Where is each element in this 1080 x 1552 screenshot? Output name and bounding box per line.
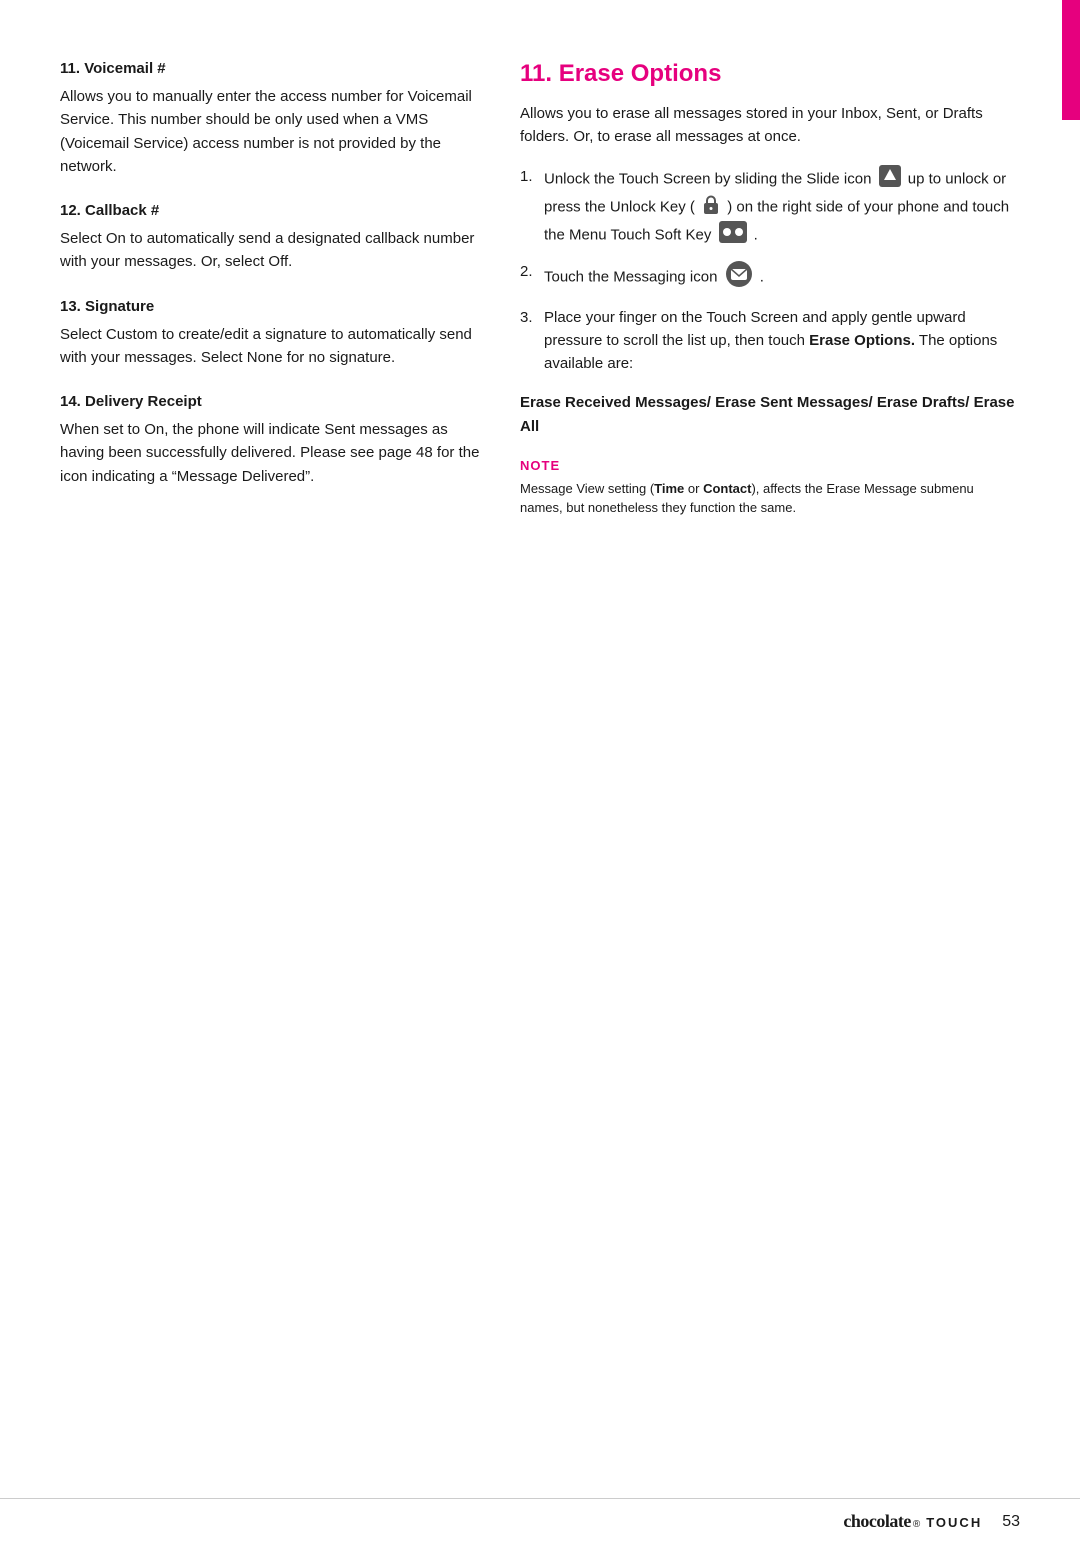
- step-2-number: 2.: [520, 260, 544, 283]
- note-section: NOTE Message View setting (Time or Conta…: [520, 458, 1020, 518]
- lock-icon: [702, 194, 720, 221]
- section-14-body: When set to On, the phone will indicate …: [60, 418, 480, 488]
- section-14-heading: 14. Delivery Receipt: [60, 393, 480, 410]
- note-contact-bold: Contact: [703, 481, 751, 496]
- erase-options-bold-inline: Erase Options.: [809, 332, 915, 349]
- step-3-content: Place your finger on the Touch Screen an…: [544, 306, 1020, 376]
- section-14-delivery: 14. Delivery Receipt When set to On, the…: [60, 393, 480, 488]
- steps-list: 1. Unlock the Touch Screen by sliding th…: [520, 165, 1020, 376]
- step-2-content: Touch the Messaging icon .: [544, 260, 1020, 295]
- note-text: Message View setting (Time or Contact), …: [520, 479, 1020, 518]
- section-11-body: Allows you to manually enter the access …: [60, 85, 480, 178]
- right-column: 11. Erase Options Allows you to erase al…: [520, 60, 1020, 1458]
- footer-brand: chocolate® TOUCH: [843, 1511, 982, 1532]
- step-3-number: 3.: [520, 306, 544, 329]
- section-13-heading: 13. Signature: [60, 298, 480, 315]
- section-11-heading: 11. Voicemail #: [60, 60, 480, 77]
- section-12-callback: 12. Callback # Select On to automaticall…: [60, 202, 480, 274]
- section-12-body: Select On to automatically send a design…: [60, 227, 480, 274]
- footer-page-number: 53: [1002, 1513, 1020, 1531]
- note-time-bold: Time: [654, 481, 684, 496]
- step-1-number: 1.: [520, 165, 544, 188]
- step-2: 2. Touch the Messaging icon .: [520, 260, 1020, 295]
- left-column: 11. Voicemail # Allows you to manually e…: [60, 60, 480, 1458]
- section-13-signature: 13. Signature Select Custom to create/ed…: [60, 298, 480, 370]
- footer-brand-sub: TOUCH: [926, 1515, 982, 1530]
- page-container: 11. Voicemail # Allows you to manually e…: [0, 0, 1080, 1552]
- section-12-heading: 12. Callback #: [60, 202, 480, 219]
- right-section-title: 11. Erase Options: [520, 60, 1020, 88]
- step-3: 3. Place your finger on the Touch Screen…: [520, 306, 1020, 376]
- right-intro: Allows you to erase all messages stored …: [520, 102, 1020, 149]
- slide-icon: [879, 165, 901, 194]
- menu-softkey-icon: [719, 221, 747, 250]
- page-footer: chocolate® TOUCH 53: [0, 1498, 1080, 1552]
- footer-brand-name: chocolate: [843, 1511, 910, 1532]
- step-1: 1. Unlock the Touch Screen by sliding th…: [520, 165, 1020, 251]
- content-area: 11. Voicemail # Allows you to manually e…: [0, 0, 1080, 1498]
- erase-options-list: Erase Received Messages/ Erase Sent Mess…: [520, 391, 1020, 438]
- accent-bar: [1062, 0, 1080, 120]
- note-label: NOTE: [520, 458, 1020, 473]
- step-1-content: Unlock the Touch Screen by sliding the S…: [544, 165, 1020, 251]
- section-11-voicemail: 11. Voicemail # Allows you to manually e…: [60, 60, 480, 178]
- footer-brand-reg: ®: [913, 1519, 920, 1530]
- messaging-icon: [725, 260, 753, 295]
- section-13-body: Select Custom to create/edit a signature…: [60, 323, 480, 370]
